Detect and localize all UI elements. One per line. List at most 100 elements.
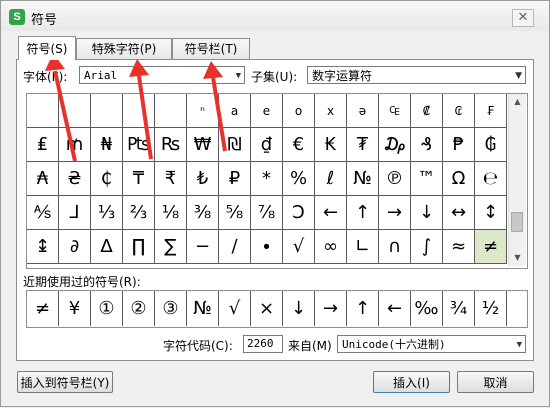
symbol-cell[interactable]: ℗ [379,162,411,196]
symbol-cell[interactable]: ∙ [251,230,283,264]
font-select[interactable]: Arial ▼ [79,66,245,84]
symbol-cell[interactable]: ⅛ [155,196,187,230]
symbol-cell[interactable]: * [251,162,283,196]
recent-symbol-cell[interactable]: ③ [155,291,187,326]
symbol-cell[interactable]: ₰ [411,128,443,162]
symbol-cell[interactable]: o [283,94,315,128]
symbol-cell[interactable]: ₦ [91,128,123,162]
cancel-button[interactable]: 取消 [457,371,534,393]
symbol-cell[interactable] [123,94,155,128]
tab-special-characters[interactable]: 特殊字符(P) [76,38,172,60]
symbol-cell[interactable]: − [187,230,219,264]
symbol-cell[interactable]: ₮ [347,128,379,162]
close-button[interactable]: ✕ [512,9,534,27]
symbol-cell[interactable]: ≠ [475,230,507,264]
recent-symbol-cell[interactable]: № [187,291,219,326]
symbol-cell[interactable] [155,94,187,128]
symbol-cell[interactable]: ₧ [123,128,155,162]
subset-select[interactable]: 数字运算符 ▼ [307,66,526,84]
insert-to-symbol-bar-button[interactable]: 插入到符号栏(Y) [17,371,113,393]
symbol-cell[interactable]: ₲ [475,128,507,162]
symbol-cell[interactable]: ₡ [411,94,443,128]
symbol-cell[interactable]: ℮ [475,162,507,196]
symbol-cell[interactable]: ← [315,196,347,230]
symbol-cell[interactable]: ⅓ [91,196,123,230]
scroll-thumb[interactable] [511,212,523,232]
symbol-cell[interactable]: ₫ [251,128,283,162]
symbol-cell[interactable]: ∩ [379,230,411,264]
symbol-cell[interactable]: ⁿ [187,94,219,128]
symbol-cell[interactable]: ∂ [59,230,91,264]
recent-symbol-cell[interactable]: ↑ [347,291,379,326]
recent-symbol-cell[interactable]: ← [379,291,411,326]
symbol-cell[interactable]: ⅃ [59,196,91,230]
symbol-cell[interactable]: ⅝ [219,196,251,230]
encoding-select[interactable]: Unicode(十六进制) ▼ [337,335,526,353]
symbol-cell[interactable]: ⅜ [187,196,219,230]
symbol-cell[interactable] [59,94,91,128]
symbol-cell[interactable]: ⅍ [27,196,59,230]
symbol-cell[interactable]: ₯ [379,128,411,162]
symbol-cell[interactable]: ™ [411,162,443,196]
symbol-cell[interactable]: ə [347,94,379,128]
symbol-cell[interactable]: ₢ [443,94,475,128]
symbol-cell[interactable]: ₭ [315,128,347,162]
symbol-cell[interactable]: ₥ [59,128,91,162]
symbol-cell[interactable]: ₪ [219,128,251,162]
char-code-input[interactable]: 2260 [243,335,283,353]
symbol-cell[interactable]: ∟ [347,230,379,264]
recent-symbol-cell[interactable]: √ [219,291,251,326]
symbol-cell[interactable]: ₨ [155,128,187,162]
symbol-cell[interactable] [27,94,59,128]
symbol-cell[interactable]: ₺ [187,162,219,196]
symbol-cell[interactable]: ⅔ [123,196,155,230]
insert-button[interactable]: 插入(I) [373,371,450,393]
symbol-cell[interactable]: № [347,162,379,196]
symbol-cell[interactable]: ℓ [315,162,347,196]
symbol-cell[interactable] [91,94,123,128]
symbol-cell[interactable]: ₹ [155,162,187,196]
recent-symbol-cell[interactable]: × [251,291,283,326]
symbol-cell[interactable]: ₸ [123,162,155,196]
symbol-cell[interactable]: ₠ [379,94,411,128]
symbol-cell[interactable]: ₩ [187,128,219,162]
symbol-cell[interactable]: ∏ [123,230,155,264]
symbol-cell[interactable]: ₵ [91,162,123,196]
vertical-scrollbar[interactable]: ▲ ▼ [508,94,526,266]
symbol-cell[interactable]: ∑ [155,230,187,264]
symbol-cell[interactable]: x [315,94,347,128]
symbol-cell[interactable]: ≈ [443,230,475,264]
tab-symbols[interactable]: 符号(S) [18,36,76,60]
symbol-cell[interactable]: ∆ [91,230,123,264]
recent-symbol-cell[interactable]: ¥ [59,291,91,326]
symbol-cell[interactable]: € [283,128,315,162]
symbol-cell[interactable]: → [379,196,411,230]
symbol-cell[interactable]: a [219,94,251,128]
symbol-cell[interactable]: e [251,94,283,128]
symbol-cell[interactable]: ⅞ [251,196,283,230]
symbol-cell[interactable]: ∫ [411,230,443,264]
symbol-cell[interactable]: ↨ [27,230,59,264]
symbol-cell[interactable]: ₤ [27,128,59,162]
symbol-cell[interactable]: ↔ [443,196,475,230]
symbol-cell[interactable]: Ω [443,162,475,196]
recent-symbol-cell[interactable]: ① [91,291,123,326]
scroll-down-icon[interactable]: ▼ [509,250,526,266]
symbol-cell[interactable]: ↓ [411,196,443,230]
symbol-cell[interactable]: ∞ [315,230,347,264]
recent-symbol-cell[interactable]: ½ [475,291,507,326]
recent-symbol-cell[interactable]: ¾ [443,291,475,326]
symbol-cell[interactable]: ₴ [59,162,91,196]
recent-symbol-cell[interactable]: ↓ [283,291,315,326]
symbol-cell[interactable]: ↕ [475,196,507,230]
tab-symbol-bar[interactable]: 符号栏(T) [172,38,250,60]
recent-symbol-cell[interactable]: → [315,291,347,326]
symbol-cell[interactable]: ₱ [443,128,475,162]
symbol-cell[interactable]: ₣ [475,94,507,128]
symbol-cell[interactable]: % [283,162,315,196]
recent-symbol-cell[interactable]: ‰ [411,291,443,326]
symbol-cell[interactable]: ∕ [219,230,251,264]
scroll-up-icon[interactable]: ▲ [509,94,526,110]
symbol-cell[interactable]: √ [283,230,315,264]
symbol-cell[interactable]: ₽ [219,162,251,196]
